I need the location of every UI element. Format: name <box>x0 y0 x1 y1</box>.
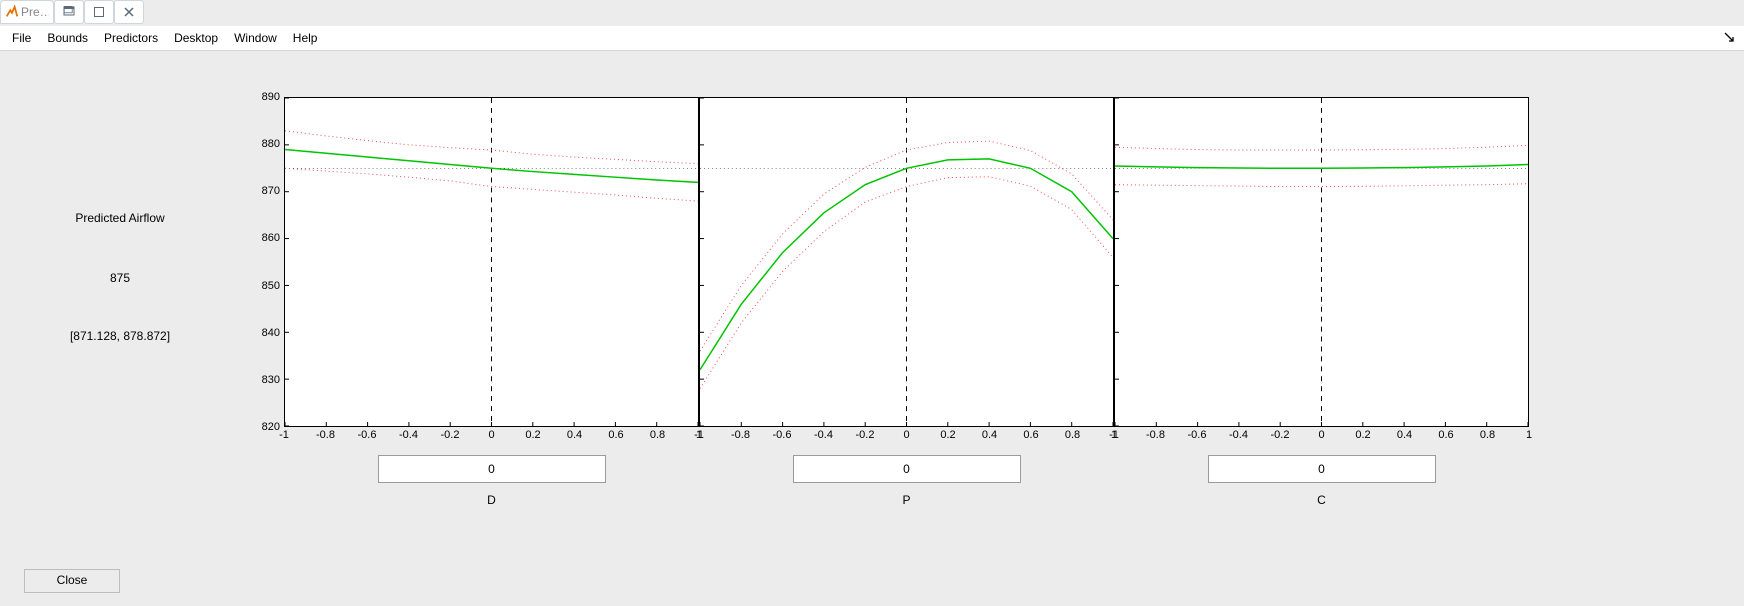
menu-bounds[interactable]: Bounds <box>39 26 96 50</box>
x-tick-label: 0 <box>1318 429 1324 441</box>
prediction-panel: -1-0.8-0.6-0.4-0.200.20.40.60.81P <box>699 97 1114 507</box>
x-tick-label: 0 <box>903 429 909 441</box>
x-tick-label: -1 <box>1109 429 1119 441</box>
axes[interactable] <box>699 97 1114 427</box>
matlab-icon <box>5 5 19 19</box>
x-tick-label: -0.8 <box>1146 429 1165 441</box>
x-tick-label: 0.2 <box>1355 429 1370 441</box>
prediction-panel: -1-0.8-0.6-0.4-0.200.20.40.60.81C <box>1114 97 1529 507</box>
predictor-name: C <box>1114 493 1529 507</box>
x-tick-label: -0.6 <box>1188 429 1207 441</box>
x-tick-label: -0.8 <box>316 429 335 441</box>
x-tick-label: 0.4 <box>982 429 997 441</box>
y-axis-ticks: 820830840850860870880890 <box>240 97 284 427</box>
x-tick-label: 0.4 <box>567 429 582 441</box>
x-tick-label: 1 <box>1526 429 1532 441</box>
predictor-name: P <box>699 493 1114 507</box>
predictor-value-input[interactable] <box>793 455 1021 483</box>
dock-icon[interactable] <box>1718 31 1740 45</box>
minimize-button[interactable] <box>54 0 84 24</box>
prediction-summary: Predicted Airflow 875 [871.128, 878.872] <box>0 101 240 561</box>
axes[interactable] <box>284 97 699 427</box>
prediction-panels: -1 -0.8 -0.6 -0.4 -0.2 0 0.2 0.4 0.6 0.8 1 D -1 -0.8 -… <box>284 97 1529 507</box>
x-axis-ticks: -1-0.8-0.6-0.4-0.200.20.40.60.81 <box>699 427 1114 445</box>
menu-desktop[interactable]: Desktop <box>166 26 226 50</box>
predictor-name: D <box>284 493 699 507</box>
predictor-value-input[interactable] <box>378 455 606 483</box>
x-tick-label: 0.4 <box>1397 429 1412 441</box>
x-tick-label: 0.8 <box>650 429 665 441</box>
title-bar: Pre… <box>0 0 1744 26</box>
menu-predictors[interactable]: Predictors <box>96 26 166 50</box>
y-tick-label: 830 <box>262 374 280 386</box>
content-area: Predicted Airflow 875 [871.128, 878.872]… <box>0 51 1744 606</box>
x-tick-label: 0.6 <box>1438 429 1453 441</box>
y-tick-label: 880 <box>262 138 280 150</box>
prediction-panel: -1-0.8-0.6-0.4-0.200.20.40.60.81D <box>284 97 699 507</box>
y-tick-label: 840 <box>262 327 280 339</box>
x-axis-ticks: -1-0.8-0.6-0.4-0.200.20.40.60.81 <box>284 427 699 445</box>
predictor-value-input[interactable] <box>1208 455 1436 483</box>
x-tick-label: -0.4 <box>1229 429 1248 441</box>
menu-file[interactable]: File <box>4 26 39 50</box>
y-tick-label: 820 <box>262 421 280 433</box>
menu-bar: File Bounds Predictors Desktop Window He… <box>0 26 1744 51</box>
x-tick-label: 0.8 <box>1480 429 1495 441</box>
menu-help[interactable]: Help <box>285 26 326 50</box>
x-tick-label: -0.6 <box>358 429 377 441</box>
x-tick-label: -0.6 <box>773 429 792 441</box>
predicted-label: Predicted Airflow <box>0 211 240 225</box>
axes[interactable] <box>1114 97 1529 427</box>
x-tick-label: 0.6 <box>608 429 623 441</box>
x-tick-label: -0.4 <box>399 429 418 441</box>
x-tick-label: 0.8 <box>1065 429 1080 441</box>
plot-area: 820830840850860870880890 -1-0.8-0.6-0.4-… <box>240 97 1720 606</box>
predicted-ci: [871.128, 878.872] <box>0 329 240 343</box>
x-tick-label: 0.2 <box>940 429 955 441</box>
x-tick-label: -1 <box>279 429 289 441</box>
x-tick-label: 0.6 <box>1023 429 1038 441</box>
y-tick-label: 850 <box>262 280 280 292</box>
x-tick-label: -0.8 <box>731 429 750 441</box>
window-title-box: Pre… <box>0 0 54 24</box>
x-tick-label: -0.2 <box>441 429 460 441</box>
close-button[interactable]: Close <box>24 569 120 593</box>
x-tick-label: -0.2 <box>1271 429 1290 441</box>
x-axis-ticks: -1-0.8-0.6-0.4-0.200.20.40.60.81 <box>1114 427 1529 445</box>
x-tick-label: 0 <box>488 429 494 441</box>
x-tick-label: -0.4 <box>814 429 833 441</box>
predicted-value: 875 <box>0 271 240 285</box>
menu-window[interactable]: Window <box>226 26 285 50</box>
close-window-button[interactable] <box>114 0 144 24</box>
y-tick-label: 870 <box>262 185 280 197</box>
y-tick-label: 890 <box>262 91 280 103</box>
x-tick-label: 0.2 <box>525 429 540 441</box>
x-tick-label: -1 <box>694 429 704 441</box>
maximize-button[interactable] <box>84 0 114 24</box>
window-title: Pre… <box>21 5 49 19</box>
y-tick-label: 860 <box>262 232 280 244</box>
x-tick-label: -0.2 <box>856 429 875 441</box>
